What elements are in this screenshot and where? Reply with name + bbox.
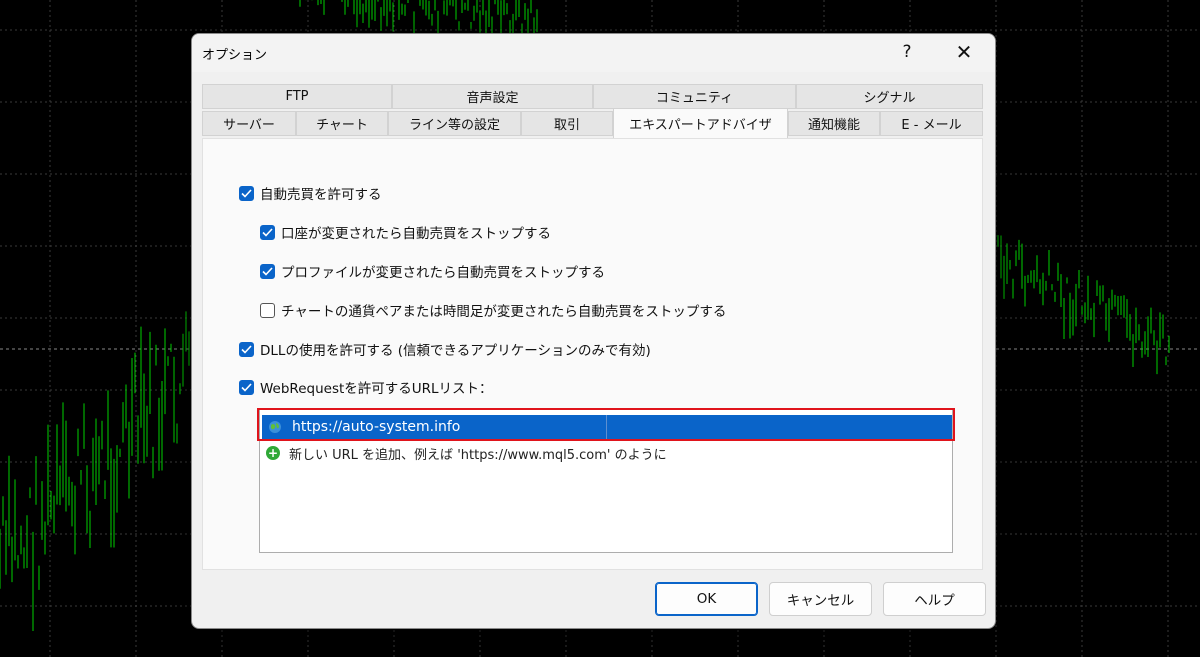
tab-email[interactable]: E - メール (880, 111, 983, 136)
column-divider (606, 415, 607, 439)
tab-sound[interactable]: 音声設定 (392, 84, 593, 109)
tab-chart[interactable]: チャート (296, 111, 388, 136)
stop-on-profile-change-label: プロファイルが変更されたら自動売買をストップする (281, 265, 605, 281)
help-button[interactable]: ヘルプ (883, 582, 986, 616)
stop-on-symbol-change-label: チャートの通貨ペアまたは時間足が変更されたら自動売買をストップする (281, 304, 727, 320)
tab-trade[interactable]: 取引 (521, 111, 613, 136)
tab-community[interactable]: コミュニティ (593, 84, 796, 109)
allow-auto-trading-option[interactable]: 自動売買を許可する (239, 183, 382, 203)
tab-notifications[interactable]: 通知機能 (788, 111, 880, 136)
stop-on-account-change-option[interactable]: 口座が変更されたら自動売買をストップする (260, 222, 551, 242)
close-icon[interactable]: ✕ (942, 34, 986, 70)
globe-icon (269, 421, 281, 433)
tab-objects[interactable]: ライン等の設定 (388, 111, 521, 136)
url-list[interactable]: https://auto-system.info + 新しい URL を追加、例… (259, 409, 953, 553)
allow-webrequest-label: WebRequestを許可するURLリスト： (260, 381, 493, 397)
checkbox-stop-on-symbol-change[interactable] (260, 302, 275, 318)
expert-advisors-panel: 自動売買を許可する 口座が変更されたら自動売買をストップする プロファイルが変更… (202, 138, 983, 570)
add-url-row[interactable]: + 新しい URL を追加、例えば 'https://www.mql5.com'… (262, 443, 667, 463)
checkbox-stop-on-account-change[interactable] (260, 224, 275, 240)
help-icon[interactable]: ? (885, 34, 929, 70)
tab-ftp[interactable]: FTP (202, 84, 392, 109)
tab-strip: FTP 音声設定 コミュニティ シグナル サーバー チャート ライン等の設定 取… (202, 84, 983, 138)
checkbox-stop-on-profile-change[interactable] (260, 263, 275, 279)
allow-webrequest-option[interactable]: WebRequestを許可するURLリスト： (239, 377, 493, 397)
url-text: https://auto-system.info (292, 419, 461, 435)
url-list-item-selected[interactable]: https://auto-system.info (262, 415, 952, 439)
checkbox-allow-webrequest[interactable] (239, 379, 254, 395)
stop-on-account-change-label: 口座が変更されたら自動売買をストップする (281, 226, 551, 242)
allow-dll-option[interactable]: DLLの使用を許可する (信頼できるアプリケーションのみで有効) (239, 339, 651, 359)
stop-on-symbol-change-option[interactable]: チャートの通貨ペアまたは時間足が変更されたら自動売買をストップする (260, 300, 726, 320)
dialog-title: オプション (202, 48, 268, 63)
tab-expert-advisors[interactable]: エキスパートアドバイザ (613, 108, 788, 138)
ok-button[interactable]: OK (655, 582, 758, 616)
add-icon: + (266, 446, 280, 460)
tab-signals[interactable]: シグナル (796, 84, 983, 109)
checkbox-allow-auto-trading[interactable] (239, 185, 254, 201)
allow-dll-label: DLLの使用を許可する (信頼できるアプリケーションのみで有効) (260, 343, 651, 359)
tab-server[interactable]: サーバー (202, 111, 296, 136)
add-url-hint: 新しい URL を追加、例えば 'https://www.mql5.com' の… (289, 447, 667, 463)
stop-on-profile-change-option[interactable]: プロファイルが変更されたら自動売買をストップする (260, 261, 605, 281)
allow-auto-trading-label: 自動売買を許可する (260, 187, 382, 203)
options-dialog: オプション ? ✕ FTP 音声設定 コミュニティ シグナル サーバー チャート… (191, 33, 996, 629)
checkbox-allow-dll[interactable] (239, 341, 254, 357)
title-bar: オプション ? ✕ (192, 34, 995, 72)
cancel-button[interactable]: キャンセル (769, 582, 872, 616)
